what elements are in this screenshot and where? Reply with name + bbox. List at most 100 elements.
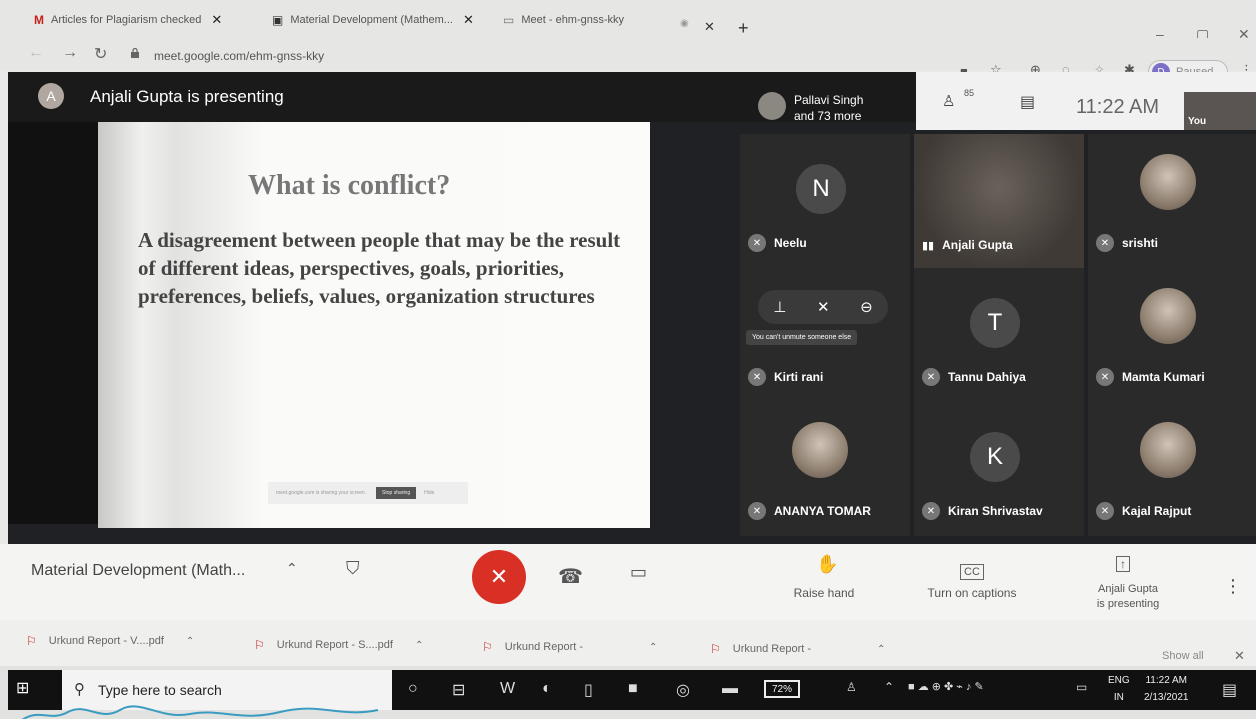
presenter-label: Anjali Gupta is presenting xyxy=(90,87,284,106)
chevron-up-icon[interactable]: ⌃ xyxy=(877,644,885,655)
windows-start-icon[interactable]: ⊞ xyxy=(16,678,29,698)
more-options-icon[interactable]: ⋮ xyxy=(1224,576,1242,597)
participant-name: ANANYA TOMAR xyxy=(774,504,871,518)
people-count: 85 xyxy=(964,88,975,98)
download-item[interactable]: ⚐ Urkund Report - S....pdf ⌃ xyxy=(254,638,423,652)
participant-tile[interactable]: ✕ Kajal Rajput xyxy=(1088,402,1256,536)
meeting-title[interactable]: Material Development (Math... xyxy=(31,562,245,580)
tab-material-development[interactable]: ▣ Material Development (Mathem... ✕ xyxy=(272,8,497,32)
chrome-icon[interactable]: ◎ xyxy=(676,680,690,700)
pdf-icon: ⚐ xyxy=(710,642,721,656)
download-item[interactable]: ⚐ Urkund Report - ⌃ xyxy=(710,642,885,656)
chevron-up-icon[interactable]: ⌃ xyxy=(649,642,657,653)
chevron-up-icon[interactable]: ⌃ xyxy=(286,560,298,577)
people-icon[interactable]: ♙ xyxy=(942,92,955,110)
share-text: meet.google.com is sharing your screen. xyxy=(276,490,367,496)
camera-toggle-button[interactable]: ▭ xyxy=(630,562,647,583)
battery-indicator[interactable]: 72% xyxy=(764,680,800,698)
close-icon[interactable]: ✕ xyxy=(704,19,715,35)
download-name: Urkund Report - S....pdf xyxy=(276,639,393,651)
captions-icon[interactable]: CC xyxy=(960,564,984,580)
slide-title: What is conflict? xyxy=(248,170,451,201)
presentation-area: What is conflict? A disagreement between… xyxy=(8,122,650,528)
new-tab-button[interactable]: + xyxy=(738,18,749,39)
show-all-button[interactable]: Show all xyxy=(1162,650,1204,662)
word-icon[interactable]: W xyxy=(500,680,515,698)
participant-name: Kiran Shrivastav xyxy=(948,504,1043,518)
mic-off-icon: ✕ xyxy=(748,368,766,386)
tray-icons[interactable]: ■ ☁ ⊕ ✤ ⌁ ♪ ✎ xyxy=(908,680,984,693)
people-icon[interactable]: ♙ xyxy=(846,680,857,694)
language-indicator[interactable]: ENG IN xyxy=(1108,672,1130,706)
present-label[interactable]: Anjali Gupta is presenting xyxy=(1080,582,1176,612)
stop-sharing-button[interactable]: Stop sharing xyxy=(376,487,417,499)
captions-label[interactable]: Turn on captions xyxy=(910,586,1034,600)
participant-tile[interactable]: ▮▮ Anjali Gupta xyxy=(914,134,1084,268)
mic-off-icon[interactable]: ✕ xyxy=(817,298,830,316)
raise-hand-label[interactable]: Raise hand xyxy=(782,586,866,600)
keyboard-icon[interactable]: ▭ xyxy=(1076,680,1087,694)
hang-up-button[interactable]: ☎ xyxy=(558,564,583,589)
edge-icon[interactable]: ◐ xyxy=(542,680,552,698)
chevron-up-icon[interactable]: ⌃ xyxy=(415,640,423,651)
task-view-icon[interactable]: ⊟ xyxy=(452,680,465,700)
microphone-toggle-button[interactable]: ✕ xyxy=(472,550,526,604)
tab-label: Meet - ehm-gnss-kky xyxy=(521,14,625,26)
meeting-controls: Material Development (Math... ⌃ ⛉ ✕ ☎ ▭ … xyxy=(0,544,1256,620)
close-icon[interactable]: ✕ xyxy=(1234,648,1245,664)
present-icon[interactable]: ↑ xyxy=(1116,556,1130,572)
avatar: K xyxy=(970,432,1020,482)
participant-tile[interactable]: K ✕ Kiran Shrivastav xyxy=(914,402,1084,536)
url-text[interactable]: meet.google.com/ehm-gnss-kky xyxy=(154,49,324,63)
participant-tile[interactable]: ✕ ANANYA TOMAR xyxy=(740,402,910,536)
participant-name: Kirti rani xyxy=(774,370,824,384)
tooltip: You can't unmute someone else xyxy=(746,330,858,345)
tab-label: Articles for Plagiarism checked xyxy=(51,14,202,26)
participants-summary[interactable]: Pallavi Singh and 73 more xyxy=(794,92,863,124)
participant-tile[interactable]: ⊥ ✕ ⊖ You can't unmute someone else ✕ Kir… xyxy=(740,268,910,402)
chevron-up-icon[interactable]: ⌃ xyxy=(884,680,894,694)
close-icon[interactable]: ✕ xyxy=(211,12,222,28)
search-icon: ⚲ xyxy=(74,681,85,698)
participant-name: Pallavi Singh xyxy=(794,93,864,107)
close-icon[interactable]: ✕ xyxy=(463,12,474,28)
file-explorer-icon[interactable]: ▯ xyxy=(584,680,593,700)
app-icon[interactable]: ▬ xyxy=(722,680,738,698)
cortana-icon[interactable]: ○ xyxy=(408,680,418,698)
shield-icon[interactable]: ⛉ xyxy=(346,558,360,579)
tab-meet[interactable]: ▭ Meet - ehm-gnss-kky xyxy=(503,8,668,32)
clock: 11:22 AM xyxy=(1076,96,1160,118)
chevron-up-icon[interactable]: ⌃ xyxy=(186,636,194,647)
download-name: Urkund Report - xyxy=(504,641,584,653)
forward-icon[interactable]: → xyxy=(62,44,78,62)
slide-body: A disagreement between people that may b… xyxy=(138,228,621,308)
avatar xyxy=(758,92,786,120)
audio-playing-icon[interactable]: ◉ xyxy=(680,18,689,29)
zoom-icon[interactable]: ■ xyxy=(628,680,638,698)
tab-articles[interactable]: M Articles for Plagiarism checked ✕ xyxy=(34,8,264,32)
raise-hand-icon[interactable]: ✋ xyxy=(816,554,838,575)
download-item[interactable]: ⚐ Urkund Report - V....pdf ⌃ xyxy=(26,634,194,648)
self-view[interactable]: You xyxy=(1184,92,1256,130)
participant-tile[interactable]: ✕ Mamta Kumari xyxy=(1088,268,1256,402)
participant-tile[interactable]: N ✕ Neelu xyxy=(740,134,910,268)
hide-button[interactable]: Hide xyxy=(424,490,434,496)
participant-tile[interactable]: ✕ srishti xyxy=(1088,134,1256,268)
participant-tile[interactable]: T ✕ Tannu Dahiya xyxy=(914,268,1084,402)
back-icon[interactable]: ← xyxy=(28,44,44,62)
reload-icon[interactable]: ↻ xyxy=(94,44,107,64)
download-item[interactable]: ⚐ Urkund Report - ⌃ xyxy=(482,640,657,654)
participant-name: Anjali Gupta xyxy=(942,238,1013,252)
participant-hover-controls: ⊥ ✕ ⊖ xyxy=(758,290,888,324)
remove-icon[interactable]: ⊖ xyxy=(860,298,873,316)
avatar: N xyxy=(796,164,846,214)
meet-header-right: ♙ 85 ▤ 11:22 AM You xyxy=(916,72,1256,130)
notification-icon[interactable]: ▤ xyxy=(1222,680,1237,700)
classroom-icon: ▣ xyxy=(272,13,284,27)
mic-off-icon: ✕ xyxy=(922,502,940,520)
chat-icon[interactable]: ▤ xyxy=(1020,92,1035,112)
search-placeholder: Type here to search xyxy=(98,682,222,698)
pin-icon[interactable]: ⊥ xyxy=(773,298,786,316)
system-clock[interactable]: 11:22 AM 2/13/2021 xyxy=(1144,672,1189,706)
avatar xyxy=(1140,288,1196,344)
